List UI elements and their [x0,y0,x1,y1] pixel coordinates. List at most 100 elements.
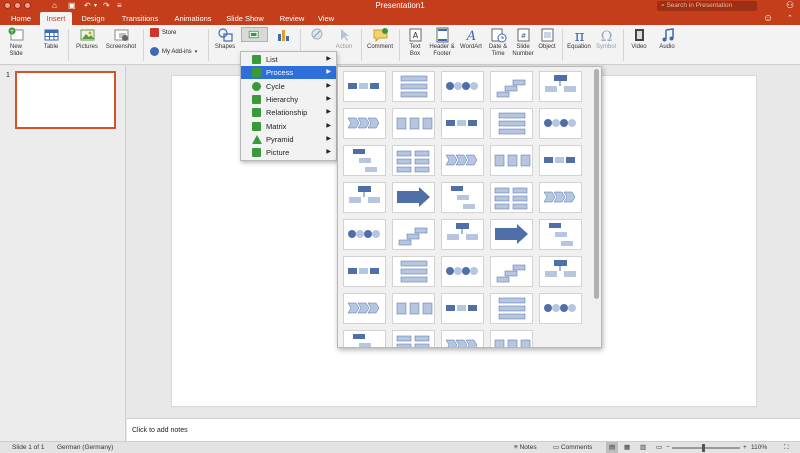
tab-insert[interactable]: Insert [40,12,72,25]
smartart-layout-tile[interactable] [392,293,435,324]
smartart-layout-tile[interactable] [490,145,533,176]
search-input[interactable]: ⌕ Search in Presentation [657,1,757,11]
store-button[interactable]: Store [150,28,176,38]
smartart-layout-tile[interactable] [539,293,582,324]
screenshot-button[interactable]: Screenshot [104,27,138,51]
smartart-category-hierarchy[interactable]: Hierarchy ▶ [241,93,336,106]
smartart-layout-tile[interactable] [343,182,386,213]
smartart-layout-tile[interactable] [343,108,386,139]
object-button[interactable]: Object [536,27,558,51]
smartart-layout-thumbnail [549,223,573,246]
reading-view-button[interactable]: ▥ [640,442,646,453]
hyperlink-button[interactable] [306,27,328,43]
smartart-category-cycle[interactable]: Cycle ▶ [241,80,336,93]
zoom-out-button[interactable]: − [666,442,670,453]
table-button[interactable]: Table [40,27,62,51]
share-user-icon[interactable]: ⚇ [786,0,794,11]
wordart-button[interactable]: A WordArt [458,27,484,51]
equation-button[interactable]: π Equation [566,27,592,51]
smartart-layout-tile[interactable] [490,71,533,102]
smartart-layout-tile[interactable] [441,256,484,287]
smartart-category-pyramid[interactable]: Pyramid ▶ [241,133,336,146]
smartart-category-matrix[interactable]: Matrix ▶ [241,120,336,133]
collapse-ribbon-icon[interactable]: ⌃ [787,14,793,23]
slide-thumbnail[interactable] [15,71,116,129]
my-addins-button[interactable]: My Add-ins ▾ [150,47,197,57]
zoom-level[interactable]: 110% [751,442,767,453]
audio-button[interactable]: Audio [656,27,678,51]
smartart-layout-thumbnail [498,112,526,135]
smartart-layout-tile[interactable] [392,330,435,347]
gallery-scrollbar[interactable] [594,69,599,299]
smartart-layout-tile[interactable] [539,71,582,102]
tab-home[interactable]: Home [4,12,38,25]
smartart-layout-tile[interactable] [441,330,484,347]
smartart-layout-tile[interactable] [490,219,533,250]
smartart-layout-tile[interactable] [343,219,386,250]
smartart-layout-tile[interactable] [490,293,533,324]
comments-toggle[interactable]: ▭ Comments [553,442,592,453]
action-button[interactable]: Action [332,27,356,51]
tab-slide-show[interactable]: Slide Show [222,12,268,25]
new-slide-button[interactable]: + New Slide [4,27,28,58]
smartart-layout-tile[interactable] [343,71,386,102]
smartart-layout-tile[interactable] [441,219,484,250]
smartart-layout-tile[interactable] [343,256,386,287]
smartart-layout-tile[interactable] [490,256,533,287]
notes-pane[interactable]: Click to add notes [127,418,800,441]
comment-button[interactable]: Comment [365,27,395,51]
smartart-layout-tile[interactable] [392,145,435,176]
video-button[interactable]: Video [628,27,650,51]
smartart-layout-tile[interactable] [539,219,582,250]
zoom-in-button[interactable]: + [743,442,747,453]
fit-to-window-icon[interactable]: ⛶ [784,442,789,453]
slide-number-button[interactable]: # Slide Number [511,27,535,58]
smartart-layout-tile[interactable] [343,330,386,347]
smartart-layout-tile[interactable] [539,145,582,176]
smartart-layout-tile[interactable] [539,108,582,139]
zoom-slider[interactable] [672,447,740,449]
chart-button[interactable] [272,27,294,43]
smartart-layout-tile[interactable] [441,145,484,176]
smartart-layout-tile[interactable] [392,256,435,287]
tab-animations[interactable]: Animations [168,12,218,25]
smartart-layout-tile[interactable] [392,108,435,139]
chevron-right-icon: ▶ [326,82,331,89]
smartart-layout-tile[interactable] [490,108,533,139]
smartart-category-relationship[interactable]: Relationship ▶ [241,106,336,119]
notes-toggle[interactable]: ≡ Notes [514,442,537,453]
smartart-layout-tile[interactable] [441,293,484,324]
smartart-button[interactable] [241,27,268,42]
language-indicator[interactable]: German (Germany) [57,442,113,453]
tab-design[interactable]: Design [74,12,112,25]
tab-view[interactable]: View [312,12,340,25]
smartart-layout-tile[interactable] [539,182,582,213]
header-footer-button[interactable]: Header & Footer [428,27,456,58]
slideshow-button[interactable]: ▭ [656,442,662,453]
pictures-button[interactable]: Pictures [74,27,100,51]
smartart-layout-tile[interactable] [343,145,386,176]
zoom-slider-handle[interactable] [702,444,705,452]
slide-sorter-button[interactable]: ▦ [624,442,630,453]
normal-view-button[interactable]: ▤ [606,442,619,453]
smartart-layout-tile[interactable] [539,256,582,287]
tab-review[interactable]: Review [274,12,310,25]
shapes-button[interactable]: Shapes [212,27,238,51]
text-box-button[interactable]: A Text Box [403,27,427,58]
feedback-smiley-icon[interactable]: ☺ [763,13,773,24]
smartart-layout-tile[interactable] [441,71,484,102]
smartart-layout-tile[interactable] [490,182,533,213]
smartart-layout-tile[interactable] [441,182,484,213]
smartart-category-list[interactable]: List ▶ [241,53,336,66]
tab-transitions[interactable]: Transitions [114,12,166,25]
smartart-category-process[interactable]: Process ▶ [241,66,336,80]
smartart-layout-tile[interactable] [343,293,386,324]
smartart-layout-tile[interactable] [490,330,533,347]
symbol-button[interactable]: Ω Symbol [595,27,617,51]
smartart-category-picture[interactable]: Picture ▶ [241,146,336,159]
smartart-layout-tile[interactable] [392,219,435,250]
smartart-layout-tile[interactable] [441,108,484,139]
smartart-layout-tile[interactable] [392,71,435,102]
date-time-button[interactable]: Date & Time [486,27,510,58]
smartart-layout-tile[interactable] [392,182,435,213]
